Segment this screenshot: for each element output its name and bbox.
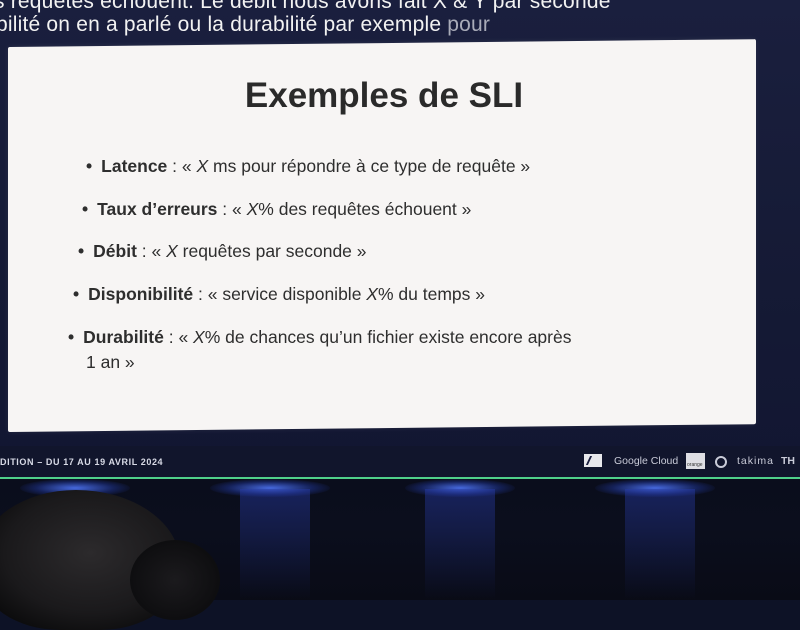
sponsor-google-cloud: Google Cloud <box>614 455 679 467</box>
axa-logo-icon <box>584 454 602 467</box>
light-beam <box>425 489 495 599</box>
bullet-debit: • Débit : « X requêtes par seconde » <box>78 241 367 261</box>
bullet-taux-erreurs: • Taux d’erreurs : « X% des requêtes écho… <box>82 199 472 219</box>
bullet-disponibilite: • Disponibilité : « service disponible X%… <box>73 284 485 304</box>
takima-logo-icon <box>715 456 727 468</box>
audience-shoulder <box>130 540 220 620</box>
sponsor-orange: orange <box>687 462 703 468</box>
light-beam <box>240 489 310 599</box>
sli-bullet-list: • Latence : « X ms pour répondre à ce typ… <box>0 0 800 450</box>
bullet-durabilite: • Durabilité : « X% de chances qu’un fich… <box>68 327 572 347</box>
bullet-latence: • Latence : « X ms pour répondre à ce typ… <box>86 156 531 176</box>
light-beam <box>625 489 695 599</box>
orange-logo-icon: orange <box>686 453 705 469</box>
bullet-durabilite-continuation: 1 an » <box>86 352 135 372</box>
event-dates: DITION – DU 17 AU 19 AVRIL 2024 <box>0 457 164 467</box>
sponsor-takima: takima <box>737 455 774 467</box>
sponsor-th: TH <box>781 455 795 467</box>
